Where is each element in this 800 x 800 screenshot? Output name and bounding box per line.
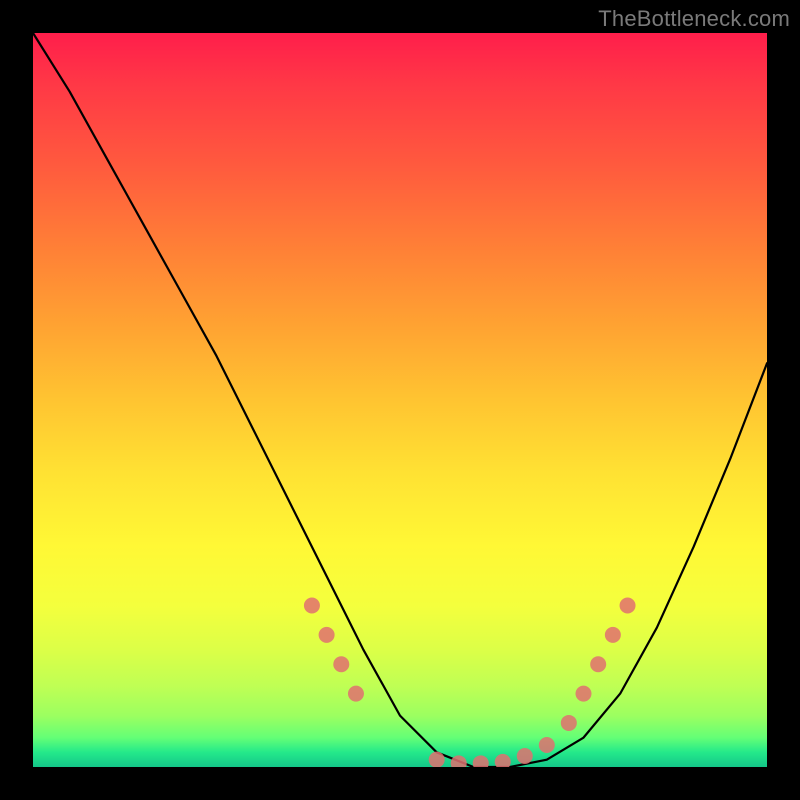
curve-line — [33, 33, 767, 767]
marker-dot — [304, 598, 320, 614]
marker-dots — [304, 598, 636, 767]
marker-dot — [451, 755, 467, 767]
marker-dot — [576, 686, 592, 702]
marker-dot — [495, 754, 511, 767]
marker-dot — [333, 656, 349, 672]
marker-dot — [539, 737, 555, 753]
plot-area — [33, 33, 767, 767]
marker-dot — [319, 627, 335, 643]
marker-dot — [620, 598, 636, 614]
marker-dot — [561, 715, 577, 731]
marker-dot — [473, 755, 489, 767]
marker-dot — [517, 748, 533, 764]
curve-svg — [33, 33, 767, 767]
marker-dot — [429, 752, 445, 767]
marker-dot — [605, 627, 621, 643]
chart-frame: TheBottleneck.com — [0, 0, 800, 800]
marker-dot — [590, 656, 606, 672]
watermark-text: TheBottleneck.com — [598, 6, 790, 32]
marker-dot — [348, 686, 364, 702]
